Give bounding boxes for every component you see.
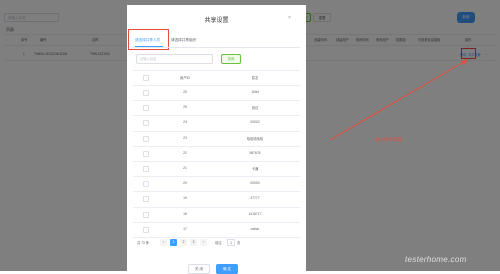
select-all-checkbox[interactable] (143, 75, 149, 81)
close-icon[interactable]: × (288, 15, 291, 21)
cell-user-id: 20 (183, 181, 187, 186)
cell-user-id: 18 (183, 211, 187, 216)
cell-user-id: 23 (183, 135, 187, 140)
next-page-icon[interactable]: › (200, 239, 207, 246)
table-row[interactable]: 22 987678 (133, 147, 300, 162)
cell-user-id: 24 (183, 120, 187, 125)
pagination-total: 共 73 条 (137, 241, 150, 245)
row-checkbox[interactable] (143, 90, 149, 96)
annotation-text: 进入共享设置 (375, 137, 402, 142)
cell-name: 测试 (251, 106, 259, 111)
goto-page-input[interactable]: 1 (227, 239, 235, 246)
annotation-arrow-line (329, 59, 468, 141)
cell-name: 987678 (249, 150, 261, 155)
pagination: 共 73 条 ‹ 1 2 3 › 前往 1 页 (137, 239, 297, 248)
row-checkbox[interactable] (143, 105, 149, 112)
cell-user-id: 19 (183, 196, 187, 201)
user-table-header: 用户ID 姓名 (133, 70, 300, 86)
row-checkbox[interactable] (143, 150, 149, 157)
dialog-search-button[interactable]: 查询 (221, 54, 241, 64)
table-row[interactable]: 25 测试 (133, 101, 300, 117)
tab-share-orgs[interactable]: 请选择共享组织 (171, 38, 196, 43)
page-button[interactable]: 2 (180, 239, 187, 246)
cell-name: 47777 (250, 196, 260, 201)
goto-label: 前往 (215, 241, 222, 245)
table-row[interactable]: 18 1416717 (133, 208, 300, 223)
table-row[interactable]: 19 47777 (133, 192, 300, 208)
row-checkbox[interactable] (143, 181, 149, 188)
row-checkbox[interactable] (143, 211, 149, 218)
dialog-title: 共享设置 (204, 18, 229, 24)
table-row[interactable]: 20 00000 (133, 177, 300, 193)
cell-name: 1416717 (248, 211, 262, 216)
name-search-input[interactable]: 请输入姓名 (136, 54, 213, 64)
table-row[interactable]: 24 00002 (133, 116, 300, 132)
cell-user-id: 22 (183, 150, 187, 155)
cell-user-id: 17 (183, 226, 187, 231)
tab-underline (133, 47, 300, 48)
table-row[interactable]: 23 哈哈哈哈哈 (133, 132, 300, 147)
watermark: testerhome.com (405, 255, 467, 264)
cell-name: cation (250, 226, 260, 231)
share-settings-dialog: 共享设置 × 请选择共享人员 请选择共享组织 请输入姓名 查询 用户ID 姓名 … (127, 5, 306, 274)
cell-name: 哈哈哈哈哈 (246, 136, 264, 141)
cell-user-id: 25 (183, 105, 187, 110)
prev-page-icon[interactable]: ‹ (160, 239, 167, 246)
row-checkbox[interactable] (143, 135, 149, 142)
user-table: 用户ID 姓名 25 1Mirt 25 测试 24 00002 23 哈哈哈哈哈 22 98767… (133, 70, 300, 238)
cell-user-id: 25 (183, 90, 187, 94)
cell-name: 1Mirt (251, 90, 259, 94)
col-header-name: 姓名 (251, 76, 259, 80)
row-checkbox[interactable] (143, 226, 149, 233)
close-button[interactable]: 关 闭 (188, 264, 210, 274)
tab-active-indicator (135, 46, 163, 47)
table-row[interactable]: 21 卡通 (133, 162, 300, 178)
cell-name: 00000 (250, 181, 260, 186)
tab-share-users[interactable]: 请选择共享人员 (135, 38, 160, 43)
cell-user-id: 21 (183, 165, 187, 170)
col-header-user-id: 用户ID (180, 76, 190, 80)
row-checkbox[interactable] (143, 196, 149, 203)
cell-name: 卡通 (251, 166, 259, 171)
page-button[interactable]: 1 (170, 239, 177, 246)
row-checkbox[interactable] (143, 120, 149, 127)
cell-name: 00002 (250, 120, 260, 125)
table-row[interactable]: 17 cation (133, 223, 300, 238)
page-button[interactable]: 3 (190, 239, 197, 246)
confirm-button[interactable]: 确 定 (216, 264, 238, 274)
page-suffix: 页 (237, 241, 241, 245)
user-table-body: 25 1Mirt 25 测试 24 00002 23 哈哈哈哈哈 22 987678 21 卡通 20 0… (133, 86, 300, 238)
annotation-arrow-head (461, 59, 468, 65)
table-row[interactable]: 25 1Mirt (133, 86, 300, 102)
row-checkbox[interactable] (143, 165, 149, 172)
